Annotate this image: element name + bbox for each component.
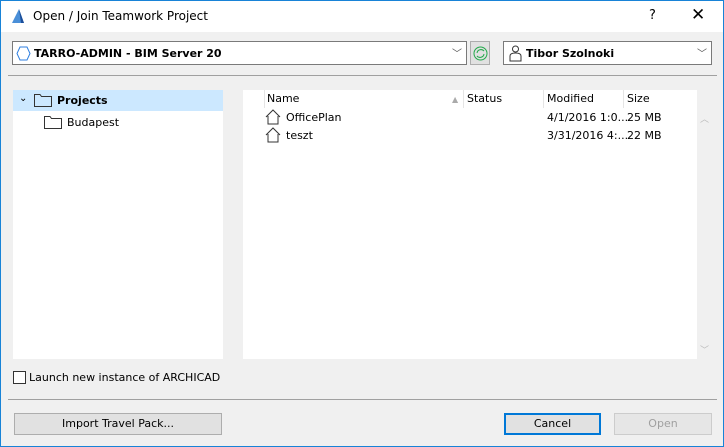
user-select[interactable]: Tibor Szolnoki ﹀ (503, 41, 712, 65)
vertical-scrollbar[interactable]: ︿ ﹀ (697, 90, 712, 359)
row-name: teszt (286, 129, 313, 142)
chevron-down-icon: ﹀ (452, 49, 462, 60)
row-name: OfficePlan (286, 111, 342, 124)
table-row[interactable]: teszt 3/31/2016 4:... 22 MB (243, 127, 697, 145)
column-separator (543, 90, 544, 108)
sort-ascending-icon: ▲ (452, 95, 459, 104)
cancel-button[interactable]: Cancel (504, 413, 601, 435)
server-hexagon-icon (16, 46, 31, 61)
column-header-modified[interactable]: Modified (547, 92, 594, 105)
tree-item-budapest[interactable]: Budapest (13, 112, 223, 133)
chevron-down-icon: ﹀ (697, 49, 707, 60)
row-size: 22 MB (627, 129, 662, 142)
project-list[interactable]: Name ▲ Status Modified Size OfficePlan 4… (243, 90, 697, 359)
row-modified: 4/1/2016 1:0... (547, 111, 629, 124)
checkbox-box[interactable] (13, 371, 26, 384)
user-value: Tibor Szolnoki (526, 47, 615, 60)
chevron-down-icon: ⌄ (19, 93, 28, 104)
folder-icon (44, 116, 62, 129)
help-button[interactable]: ? (649, 8, 656, 23)
scroll-down-icon[interactable]: ﹀ (700, 343, 709, 356)
row-size: 25 MB (627, 111, 662, 124)
tree-item-projects[interactable]: ⌄ Projects (13, 90, 223, 111)
checkbox-label: Launch new instance of ARCHICAD (29, 371, 221, 384)
row-modified: 3/31/2016 4:... (547, 129, 629, 142)
server-value: TARRO-ADMIN - BIM Server 20 (34, 47, 222, 60)
import-travel-pack-button[interactable]: Import Travel Pack... (14, 413, 222, 435)
divider (8, 399, 717, 400)
refresh-button[interactable] (470, 41, 490, 65)
divider (8, 75, 717, 76)
column-header-size[interactable]: Size (627, 92, 650, 105)
table-row[interactable]: OfficePlan 4/1/2016 1:0... 25 MB (243, 109, 697, 127)
archicad-logo-icon (12, 9, 24, 23)
column-header-status[interactable]: Status (467, 92, 502, 105)
window-title: Open / Join Teamwork Project (33, 9, 208, 23)
project-house-icon (265, 127, 281, 143)
project-tree[interactable]: ⌄ Projects Budapest (13, 90, 223, 359)
dialog-window: Open / Join Teamwork Project ? ✕ TARRO-A… (0, 0, 724, 447)
column-header-name[interactable]: Name (267, 92, 299, 105)
scroll-up-icon[interactable]: ︿ (700, 112, 709, 125)
close-button[interactable]: ✕ (691, 5, 705, 25)
title-bar: Open / Join Teamwork Project ? ✕ (1, 1, 723, 32)
column-separator (623, 90, 624, 108)
open-button[interactable]: Open (614, 413, 712, 435)
column-separator (463, 90, 464, 108)
folder-icon (34, 94, 52, 107)
user-icon (509, 45, 522, 62)
tree-item-label: Projects (57, 94, 108, 107)
refresh-icon (473, 46, 488, 61)
server-select[interactable]: TARRO-ADMIN - BIM Server 20 ﹀ (12, 41, 467, 65)
column-separator (264, 90, 265, 108)
project-house-icon (265, 109, 281, 125)
tree-item-label: Budapest (67, 116, 120, 129)
